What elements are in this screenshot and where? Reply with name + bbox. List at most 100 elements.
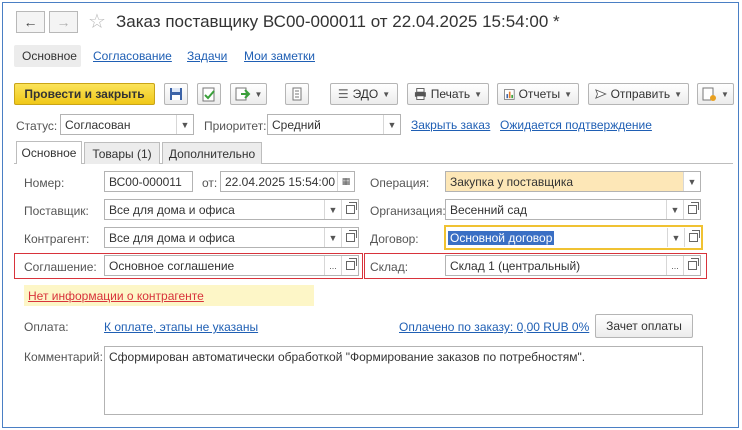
post-document-icon [202,87,215,101]
dropdown-arrow-icon[interactable]: ▼ [324,228,341,247]
date-field[interactable]: 22.04.2025 15:54:00 ▦ [220,171,355,192]
send-button[interactable]: Отправить ▼ [588,83,689,105]
supplier-label: Поставщик: [24,204,89,218]
chevron-down-icon: ▼ [564,89,572,99]
number-value: ВС00-000011 [109,174,182,189]
supplier-select[interactable]: Все для дома и офиса ▼ [104,199,359,220]
dropdown-arrow-icon[interactable]: ▼ [667,228,684,247]
top-tab-tasks[interactable]: Задачи [187,49,227,63]
post-and-close-button[interactable]: Провести и закрыть [14,83,155,105]
agreement-value: Основное соглашение [109,258,235,273]
form-tab-additional[interactable]: Дополнительно [162,142,262,164]
agreement-select[interactable]: Основное соглашение ... [104,255,359,276]
edo-button[interactable]: ☰ ЭДО ▼ [330,83,398,105]
top-tab-notes[interactable]: Мои заметки [244,49,315,63]
edo-label: ЭДО [352,87,379,101]
status-select[interactable]: Согласован ▼ [60,114,194,135]
open-icon[interactable] [341,200,358,219]
open-icon[interactable] [341,256,358,275]
organization-select[interactable]: Весенний сад ▼ [445,199,701,220]
operation-select[interactable]: Закупка у поставщика ▼ [445,171,701,192]
close-order-link[interactable]: Закрыть заказ [411,118,490,132]
window-title: Заказ поставщику ВС00-000011 от 22.04.20… [116,12,560,31]
form-tab-main[interactable]: Основное [16,141,82,164]
open-icon[interactable] [683,256,700,275]
form-tab-goods[interactable]: Товары (1) [84,142,160,164]
agreement-label: Соглашение: [24,260,97,274]
no-counterparty-info-link[interactable]: Нет информации о контрагенте [28,289,204,303]
payment-stages-link[interactable]: К оплате, этапы не указаны [104,320,258,334]
contract-label: Договор: [370,232,419,246]
counterparty-value: Все для дома и офиса [109,230,235,245]
number-label: Номер: [24,176,65,190]
back-button[interactable]: ← [16,11,45,33]
dropdown-arrow-icon[interactable]: ▼ [666,200,683,219]
warehouse-label: Склад: [370,260,409,274]
reports-label: Отчеты [518,87,561,101]
arrow-right-icon: → [56,14,71,30]
date-value: 22.04.2025 15:54:00 [225,174,336,189]
warning-banner: Нет информации о контрагенте [24,285,314,306]
post-button[interactable] [197,83,221,105]
paid-by-order-link[interactable]: Оплачено по заказу: 0,00 RUB 0% [399,320,589,334]
print-button[interactable]: Печать ▼ [407,83,489,105]
structure-icon [292,87,302,101]
comment-label: Комментарий: [24,350,103,364]
operation-label: Операция: [370,176,430,190]
priority-select[interactable]: Средний ▼ [267,114,401,135]
dropdown-arrow-icon[interactable]: ▼ [683,172,700,191]
chevron-down-icon: ▼ [382,89,391,99]
priority-label: Приоритет: [204,119,267,133]
contract-select[interactable]: Основной договор ▼ [444,225,703,250]
counterparty-select[interactable]: Все для дома и офиса ▼ [104,227,359,248]
create-based-on-button[interactable]: ▼ [230,83,267,105]
date-label: от: [202,176,218,190]
dropdown-arrow-icon[interactable]: ▼ [176,115,193,134]
create-based-on-icon [235,87,250,100]
comment-value: Сформирован автоматически обработкой "Фо… [109,350,586,364]
more-actions-button[interactable]: ▼ [697,83,734,105]
chevron-down-icon: ▼ [721,89,729,99]
dropdown-arrow-icon[interactable]: ▼ [324,200,341,219]
document-settings-icon [702,87,717,101]
edo-icon: ☰ [337,87,349,101]
organization-value: Весенний сад [450,202,528,217]
structure-button[interactable] [285,83,309,105]
forward-button[interactable]: → [49,11,78,33]
counterparty-label: Контрагент: [24,232,90,246]
ellipsis-icon[interactable]: ... [666,256,683,275]
chevron-down-icon: ▼ [674,89,682,99]
reports-button[interactable]: Отчеты ▼ [497,83,579,105]
chevron-down-icon: ▼ [474,89,482,99]
star-outline-icon[interactable]: ☆ [88,9,106,34]
print-label: Печать [430,87,471,101]
floppy-disk-icon [170,88,182,100]
calendar-icon[interactable]: ▦ [337,172,354,191]
organization-label: Организация: [370,204,446,218]
top-tab-main[interactable]: Основное [22,49,77,63]
ellipsis-icon[interactable]: ... [324,256,341,275]
printer-icon [414,88,426,100]
priority-value: Средний [272,117,321,132]
open-icon[interactable] [684,228,701,247]
awaiting-confirmation-link[interactable]: Ожидается подтверждение [500,118,652,132]
send-label: Отправить [610,87,671,101]
payment-label: Оплата: [24,320,69,334]
warehouse-select[interactable]: Склад 1 (центральный) ... [445,255,701,276]
supplier-value: Все для дома и офиса [109,202,235,217]
status-label: Статус: [16,119,58,133]
warehouse-value: Склад 1 (центральный) [450,258,581,273]
dropdown-arrow-icon[interactable]: ▼ [383,115,400,134]
send-paper-plane-icon [595,89,607,99]
top-tab-approval[interactable]: Согласование [93,49,172,63]
comment-textarea[interactable]: Сформирован автоматически обработкой "Фо… [104,346,703,415]
open-icon[interactable] [341,228,358,247]
chevron-down-icon: ▼ [254,89,263,99]
number-field[interactable]: ВС00-000011 [104,171,193,192]
arrow-left-icon: ← [23,14,38,30]
save-button[interactable] [164,83,188,105]
payment-offset-button[interactable]: Зачет оплаты [595,314,693,338]
open-icon[interactable] [683,200,700,219]
status-value: Согласован [65,117,131,132]
operation-value: Закупка у поставщика [450,174,574,189]
